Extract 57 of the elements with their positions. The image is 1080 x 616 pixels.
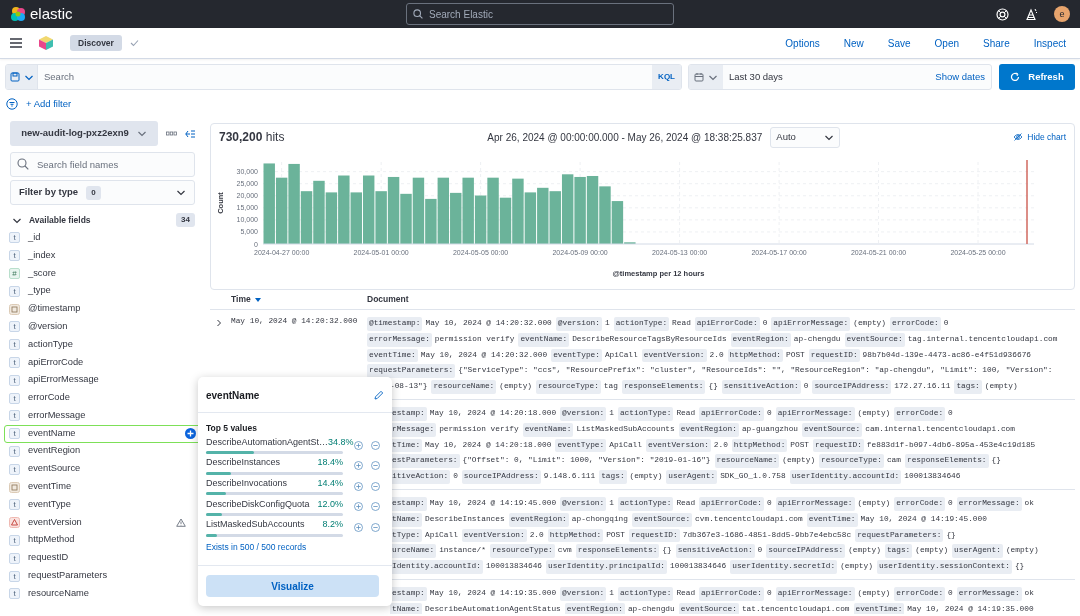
time-range: Apr 26, 2024 @ 00:00:00.000 - May 26, 2024 @ 18:38:25.837: [487, 130, 763, 145]
field-name: errorMessage: [28, 408, 86, 422]
type-token: t: [9, 463, 20, 475]
value-name: DescribeDiskConfigQuota: [206, 497, 310, 511]
type-token: t: [9, 499, 20, 511]
type-token: t: [9, 339, 20, 351]
popover-title: eventName: [206, 389, 260, 403]
percentage: 12.0%: [317, 497, 343, 511]
count-badge: 34: [176, 213, 195, 227]
section-title: Available fields: [29, 213, 91, 227]
field-name: errorCode: [28, 391, 70, 405]
type-token: #: [9, 268, 20, 279]
percentage: 8.2%: [322, 518, 343, 532]
type-token: t: [9, 445, 20, 457]
value-name: DescribeInvocations: [206, 477, 288, 490]
type-token: t: [9, 392, 20, 404]
type-token: t: [9, 356, 20, 368]
field-name: eventRegion: [28, 444, 81, 458]
logo-text: elastic: [30, 3, 73, 24]
percentage: 18.4%: [317, 456, 343, 470]
count-badge: 0: [86, 185, 101, 200]
field-name: actionType: [28, 337, 73, 351]
type-token: t: [9, 374, 20, 386]
field-name: _score: [28, 266, 56, 280]
value-name: ListMaskedSubAccounts: [206, 518, 305, 532]
percentage: 34.8%: [328, 435, 354, 449]
type-token: t: [9, 552, 20, 564]
field-name: eventType: [28, 497, 71, 511]
field-name: requestID: [28, 551, 69, 565]
field-name: apiErrorCode: [28, 355, 84, 369]
percentage: 14.4%: [317, 477, 343, 490]
value-name: DescribeInstances: [206, 456, 281, 470]
type-token: t: [9, 285, 20, 297]
field-name: @version: [28, 319, 68, 333]
type-token: t: [9, 534, 20, 546]
field-name: _id: [28, 230, 41, 244]
value-name: DescribeAutomationAgentSt…: [206, 435, 329, 449]
field-name: eventSource: [28, 462, 81, 476]
field-name: resourceName: [28, 586, 89, 600]
field-name: _index: [28, 248, 56, 262]
type-token: t: [9, 588, 20, 600]
section-title: Top 5 values: [206, 422, 258, 435]
field-name: _type: [28, 284, 51, 298]
field-name: httpMethod: [28, 533, 75, 547]
field-name: @timestamp: [28, 302, 81, 316]
type-token: t: [9, 250, 20, 262]
type-token: t: [9, 321, 20, 333]
field-name: eventName: [28, 426, 76, 440]
type-token: t: [9, 232, 20, 244]
type-token: t: [9, 570, 20, 582]
field-name: requestParameters: [28, 569, 108, 583]
type-token: t: [9, 428, 20, 440]
field-name: eventTime: [28, 480, 72, 494]
hits-count: 730,200 hits: [219, 129, 285, 146]
field-name: eventVersion: [28, 515, 82, 529]
type-token: t: [9, 410, 20, 422]
field-name: apiErrorMessage: [28, 373, 99, 387]
